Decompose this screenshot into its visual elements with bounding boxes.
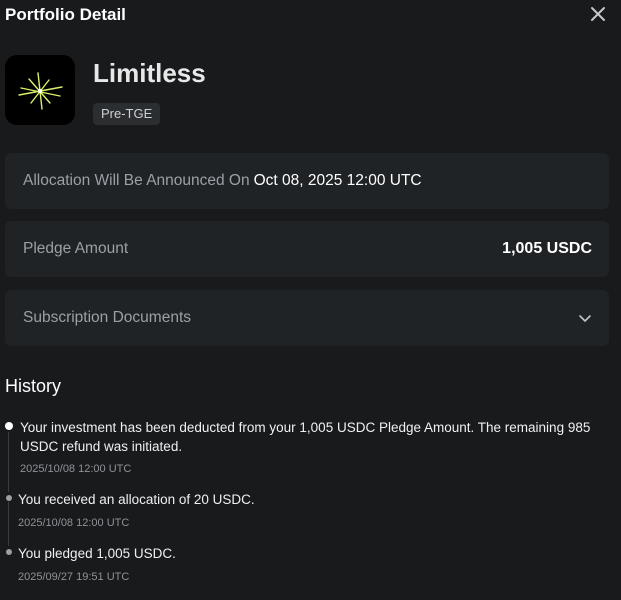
project-name: Limitless	[93, 58, 206, 88]
timeline-dot	[6, 549, 12, 555]
allocation-label: Allocation Will Be Announced On	[23, 172, 250, 189]
allocation-date: Oct 08, 2025 12:00 UTC	[253, 172, 422, 189]
subscription-documents-accordion[interactable]: Subscription Documents	[5, 290, 609, 346]
history-item-text: You received an allocation of 20 USDC.	[18, 492, 255, 507]
subscription-documents-label: Subscription Documents	[23, 309, 191, 326]
timeline-dot	[6, 495, 12, 501]
timeline-connector	[8, 432, 9, 492]
history-item-text: You pledged 1,005 USDC.	[18, 546, 176, 561]
status-badge: Pre-TGE	[93, 103, 161, 125]
history-item-text: Your investment has been deducted from y…	[20, 420, 591, 454]
history-item-date: 2025/09/27 19:51 UTC	[18, 571, 130, 583]
history-title: History	[5, 376, 62, 396]
chevron-down-icon[interactable]	[577, 310, 593, 326]
history-item-date: 2025/10/08 12:00 UTC	[20, 463, 132, 475]
limitless-logo-icon	[5, 55, 75, 125]
close-icon[interactable]	[587, 3, 609, 25]
allocation-row: Allocation Will Be Announced On Oct 08, 2…	[23, 153, 422, 209]
pledge-card: Pledge Amount 1,005 USDC	[5, 221, 609, 277]
page-title: Portfolio Detail	[5, 5, 126, 24]
pledge-amount: 1,005 USDC	[502, 240, 592, 257]
pledge-label: Pledge Amount	[23, 240, 129, 257]
timeline-connector	[8, 502, 9, 546]
timeline-dot	[5, 422, 13, 430]
allocation-card: Allocation Will Be Announced On Oct 08, 2…	[5, 153, 609, 209]
history-item-date: 2025/10/08 12:00 UTC	[18, 517, 130, 529]
